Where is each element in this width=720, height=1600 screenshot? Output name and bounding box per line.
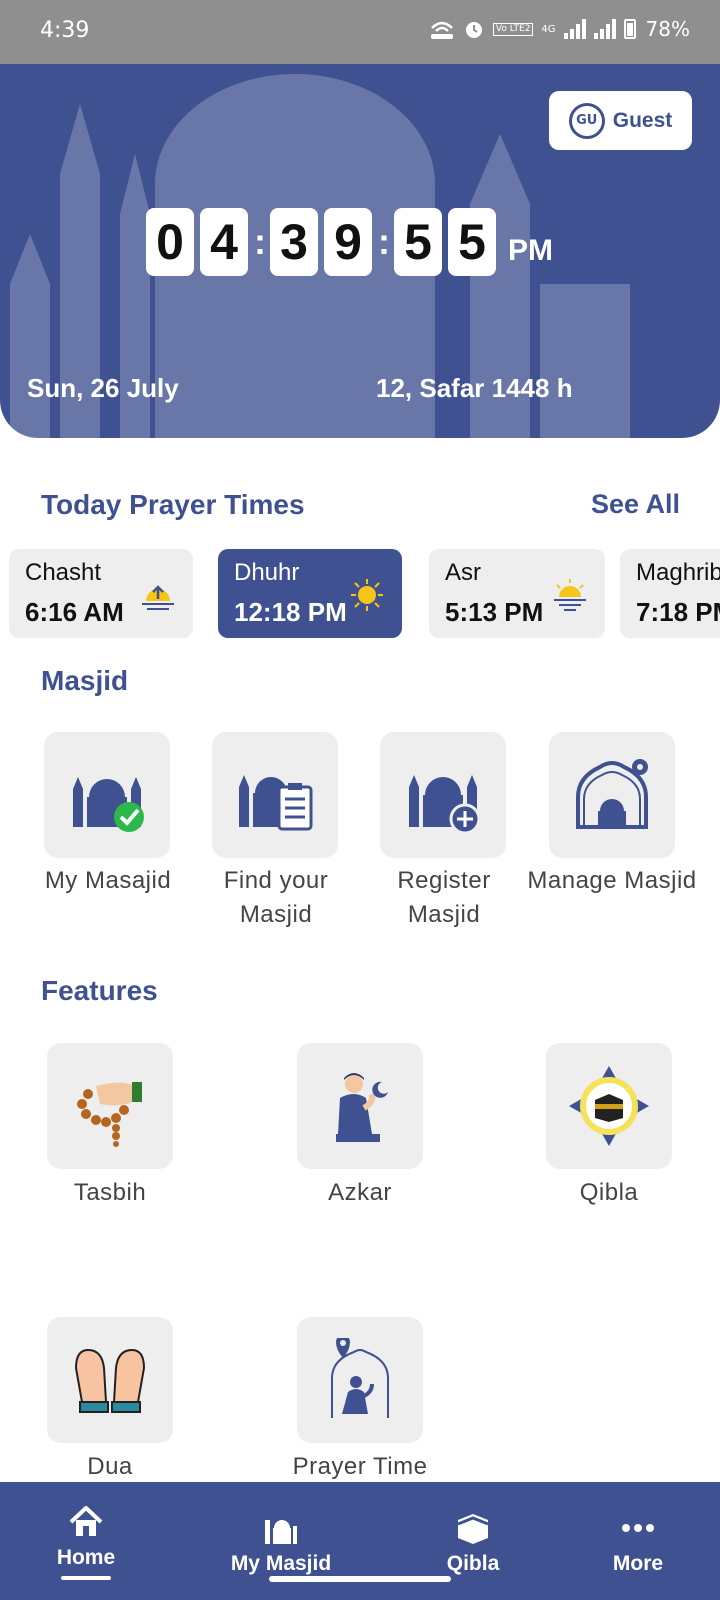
prayer-card-dhuhr[interactable]: Dhuhr 12:18 PM: [218, 549, 402, 638]
prayer-card-maghrib[interactable]: Maghrib 7:18 PM: [620, 549, 720, 638]
sunset-icon: [554, 579, 586, 611]
nav-qibla-label: Qibla: [446, 1552, 500, 1575]
prayer-times-carousel[interactable]: Chasht 6:16 AM Dhuhr 12:18 PM Asr 5:13 P…: [9, 549, 720, 639]
sun-icon: [351, 579, 383, 611]
network-type: 4G: [541, 23, 556, 35]
nav-home-label: Home: [56, 1546, 116, 1569]
clock-second-tens: 5: [394, 208, 442, 276]
kaaba-icon: [457, 1514, 489, 1544]
prayer-time-button[interactable]: [297, 1317, 423, 1443]
my-masajid-button[interactable]: [44, 732, 170, 858]
more-dots-icon: [622, 1524, 654, 1532]
register-masjid-label: Register Masjid: [397, 867, 491, 928]
find-masjid-button[interactable]: [212, 732, 338, 858]
hotspot-icon: [430, 21, 453, 39]
guest-avatar: GU: [568, 102, 605, 139]
nav-my-masjid[interactable]: My Masjid: [221, 1482, 341, 1600]
mosque-gear-icon: [576, 759, 648, 829]
mosque-check-icon: [73, 777, 144, 832]
mosque-add-icon: [409, 775, 481, 835]
digital-clock: 0 4 : 3 9 : 5 5 PM: [146, 208, 553, 276]
bottom-navigation: Home My Masjid Qibla More: [0, 1482, 720, 1600]
home-screen: 4:39 Vo LTE2 4G 78% GU Guest 0 4: 3 9:…: [0, 0, 720, 1600]
dua-hands-icon: [74, 1348, 146, 1413]
prayer-time-icon: [331, 1338, 389, 1418]
azkar-label: Azkar: [328, 1179, 392, 1206]
hijri-date: 12, Safar 1448 h: [376, 373, 573, 403]
azkar-button[interactable]: [297, 1043, 423, 1169]
home-icon: [69, 1506, 103, 1536]
register-masjid-button[interactable]: [380, 732, 506, 858]
clock-hour-tens: 0: [146, 208, 194, 276]
qibla-compass-icon: [569, 1066, 649, 1146]
alarm-icon: [465, 22, 482, 38]
sunrise-icon: [142, 585, 174, 610]
battery-icon: [623, 19, 636, 39]
guest-profile-button[interactable]: GU Guest: [549, 91, 692, 150]
masjid-section-title: Masjid: [41, 665, 129, 696]
clock-second-ones: 5: [448, 208, 496, 276]
prayer-section-title: Today Prayer Times: [41, 489, 305, 520]
features-section-title: Features: [41, 975, 158, 1006]
status-time: 4:39: [40, 18, 90, 43]
find-masjid-label: Find your Masjid: [223, 867, 329, 928]
prayer-card-asr[interactable]: Asr 5:13 PM: [429, 549, 605, 638]
my-masajid-label: My Masajid: [44, 867, 172, 894]
qibla-label: Qibla: [579, 1179, 639, 1206]
dua-label: Dua: [87, 1453, 133, 1480]
manage-masjid-label: Manage Masjid: [527, 867, 697, 894]
clock-ampm: PM: [508, 234, 553, 267]
nav-my-masjid-label: My Masjid: [230, 1552, 332, 1575]
tasbih-label: Tasbih: [73, 1179, 147, 1206]
signal-icon-2: [593, 19, 616, 39]
nav-qibla[interactable]: Qibla: [423, 1482, 523, 1600]
prayer-time: 7:18 PM: [636, 597, 720, 627]
status-icons: Vo LTE2 4G 78%: [429, 17, 690, 41]
battery-percent: 78%: [645, 17, 690, 41]
guest-label: Guest: [612, 108, 673, 132]
azkar-icon: [336, 1073, 388, 1142]
prayer-name: Maghrib: [636, 559, 720, 586]
dua-button[interactable]: [47, 1317, 173, 1443]
prayer-time-label: Prayer Time: [292, 1453, 428, 1480]
header-banner: GU Guest 0 4 : 3 9 : 5 5 PM Sun, 26 July…: [0, 64, 720, 438]
clock-hour-ones: 4: [200, 208, 248, 276]
gregorian-date: Sun, 26 July: [27, 373, 179, 403]
nav-more[interactable]: More: [588, 1482, 688, 1600]
prayer-card-chasht[interactable]: Chasht 6:16 AM: [9, 549, 193, 638]
nav-home[interactable]: Home: [36, 1482, 136, 1600]
tasbih-icon: [77, 1082, 142, 1147]
manage-masjid-button[interactable]: [549, 732, 675, 858]
clock-minute-tens: 3: [270, 208, 318, 276]
status-bar: 4:39 Vo LTE2 4G 78%: [0, 0, 720, 64]
clock-separator: :: [254, 221, 266, 262]
tasbih-button[interactable]: [47, 1043, 173, 1169]
mosque-list-icon: [239, 775, 313, 831]
nav-more-label: More: [612, 1552, 664, 1575]
see-all-link[interactable]: See All: [591, 489, 680, 520]
volte-badge: Vo LTE2: [492, 22, 534, 36]
qibla-button[interactable]: [546, 1043, 672, 1169]
nav-selected-indicator: [61, 1576, 111, 1580]
clock-minute-ones: 9: [324, 208, 372, 276]
gesture-handle[interactable]: [269, 1576, 451, 1582]
signal-icon: [563, 19, 586, 39]
clock-separator: :: [378, 221, 390, 262]
mosque-icon: [265, 1520, 297, 1544]
